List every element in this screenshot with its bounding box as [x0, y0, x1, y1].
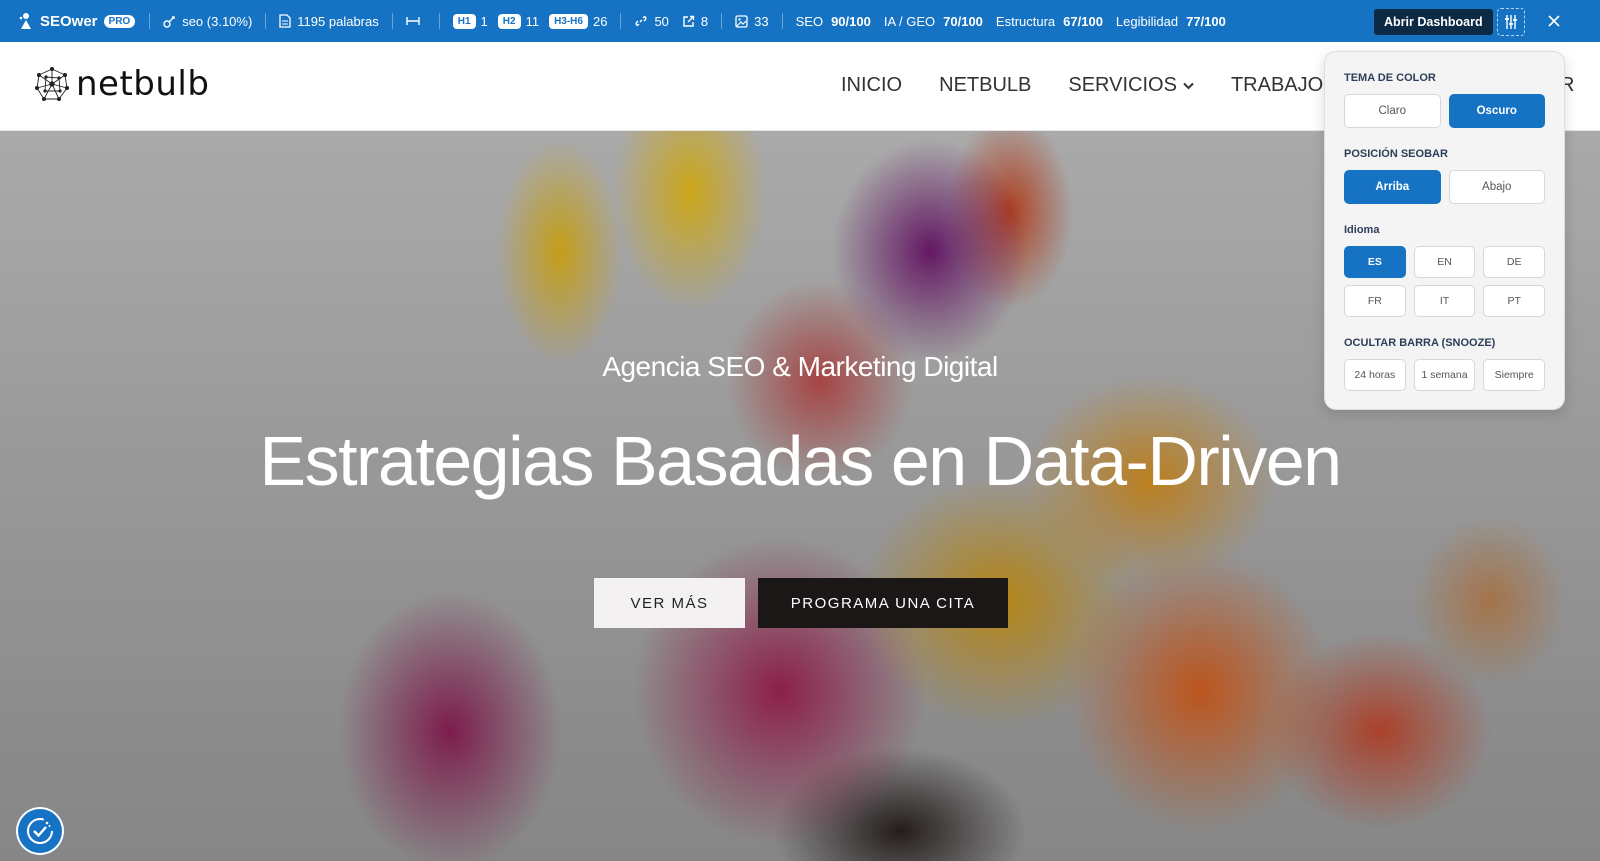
link-icon — [635, 15, 647, 27]
nav-item-inicio[interactable]: INICIO — [841, 74, 902, 97]
score-ia-geo[interactable]: IA / GEO 70/100 — [884, 14, 983, 29]
language-options-row-1: ES EN DE — [1344, 246, 1546, 278]
keyword-density[interactable]: seo (3.10%) — [163, 14, 252, 29]
seower-toolbar: SEOwer PRO seo (3.10%) 1195 palabras H1 … — [0, 0, 1600, 42]
snooze-24h-button[interactable]: 24 horas — [1344, 359, 1406, 391]
external-links-count: 8 — [700, 13, 709, 29]
chevron-down-icon — [1183, 82, 1194, 89]
netbulb-network-icon — [34, 66, 70, 102]
ver-mas-button[interactable]: VER MÁS — [594, 578, 745, 628]
theme-heading: TEMA DE COLOR — [1344, 72, 1436, 84]
sliders-icon — [1505, 15, 1517, 29]
divider — [620, 13, 622, 29]
h2-badge: H2 — [497, 13, 521, 29]
score-value: 90/100 — [831, 13, 871, 29]
language-fr-button[interactable]: FR — [1344, 285, 1406, 317]
nav-item-netbulb[interactable]: NETBULB — [939, 74, 1031, 97]
score-legibilidad[interactable]: Legibilidad 77/100 — [1116, 14, 1226, 29]
h2-count: 11 — [525, 13, 540, 29]
accessibility-widget-button[interactable] — [16, 807, 64, 855]
word-count-value: 1195 palabras — [297, 13, 379, 29]
language-pt-button[interactable]: PT — [1483, 285, 1546, 317]
snooze-1-week-button[interactable]: 1 semana — [1413, 359, 1476, 391]
internal-links[interactable]: 50 — [634, 13, 669, 29]
images-count[interactable]: 33 — [735, 13, 769, 29]
language-options-row-2: FR IT PT — [1344, 285, 1546, 317]
divider — [781, 13, 783, 29]
seower-brand[interactable]: SEOwer PRO — [18, 12, 136, 30]
external-links[interactable]: 8 — [682, 14, 708, 29]
accessibility-check-icon — [27, 818, 53, 844]
language-es-button[interactable]: ES — [1344, 246, 1406, 278]
divider — [438, 13, 440, 29]
h3h6-count: 26 — [592, 13, 608, 29]
seower-logo-icon — [19, 13, 31, 29]
divider — [391, 13, 393, 29]
seower-brand-name: SEOwer — [40, 12, 98, 30]
h1-count: 1 — [480, 13, 488, 29]
position-options: Arriba Abajo — [1344, 170, 1545, 204]
external-link-icon — [683, 15, 695, 27]
score-label: Legibilidad — [1115, 13, 1179, 29]
language-heading: Idioma — [1344, 224, 1380, 236]
score-label: SEO — [795, 13, 824, 29]
position-arriba-button[interactable]: Arriba — [1344, 170, 1441, 204]
divider — [721, 13, 723, 29]
snooze-options: 24 horas 1 semana Siempre — [1344, 359, 1546, 391]
internal-links-count: 50 — [654, 13, 669, 29]
settings-button[interactable] — [1497, 8, 1525, 36]
language-de-button[interactable]: DE — [1483, 246, 1546, 278]
score-seo[interactable]: SEO 90/100 — [796, 14, 871, 29]
score-value: 67/100 — [1063, 13, 1103, 29]
nav-item-trabajos[interactable]: TRABAJOS — [1231, 74, 1337, 97]
score-value: 70/100 — [943, 13, 983, 29]
language-en-button[interactable]: EN — [1413, 246, 1476, 278]
theme-options: Claro Oscuro — [1344, 94, 1545, 128]
score-label: Estructura — [995, 13, 1056, 29]
word-count[interactable]: 1195 palabras — [279, 13, 379, 29]
score-estructura[interactable]: Estructura 67/100 — [996, 14, 1103, 29]
hero-title: Estrategias Basadas en Data-Driven — [259, 422, 1342, 500]
images-count-value: 33 — [754, 13, 769, 29]
headings-summary[interactable]: H1 1 H2 11 H3-H6 26 — [452, 13, 608, 29]
divider — [265, 13, 267, 29]
headings-toggle[interactable] — [406, 15, 426, 27]
snooze-heading: OCULTAR BARRA (SNOOZE) — [1344, 337, 1496, 349]
seobar-settings-panel: TEMA DE COLOR Claro Oscuro POSICIÓN SEOB… — [1324, 51, 1565, 410]
programa-cita-button[interactable]: PROGRAMA UNA CITA — [758, 578, 1008, 628]
snooze-forever-button[interactable]: Siempre — [1483, 359, 1546, 391]
close-toolbar-button[interactable] — [1545, 12, 1563, 30]
key-icon — [163, 15, 175, 28]
position-heading: POSICIÓN SEOBAR — [1344, 148, 1448, 160]
score-value: 77/100 — [1186, 13, 1226, 29]
close-icon — [1548, 15, 1560, 27]
pro-badge: PRO — [103, 14, 136, 28]
language-it-button[interactable]: IT — [1413, 285, 1476, 317]
document-icon — [279, 14, 291, 28]
score-label: IA / GEO — [883, 13, 936, 29]
keyword-density-value: seo (3.10%) — [182, 13, 253, 29]
nav-item-servicios[interactable]: SERVICIOS — [1068, 74, 1194, 97]
netbulb-logo[interactable]: netbulb — [32, 64, 209, 104]
h1-badge: H1 — [452, 13, 476, 29]
theme-oscuro-button[interactable]: Oscuro — [1448, 94, 1545, 128]
theme-claro-button[interactable]: Claro — [1344, 94, 1441, 128]
nav-item-servicios-label: SERVICIOS — [1068, 74, 1177, 96]
heading-width-icon — [406, 17, 420, 25]
open-dashboard-button[interactable]: Abrir Dashboard — [1374, 9, 1493, 35]
netbulb-wordmark: netbulb — [76, 64, 210, 104]
divider — [149, 13, 151, 29]
h3h6-badge: H3-H6 — [549, 13, 588, 29]
image-icon — [735, 14, 748, 28]
position-abajo-button[interactable]: Abajo — [1448, 170, 1545, 204]
